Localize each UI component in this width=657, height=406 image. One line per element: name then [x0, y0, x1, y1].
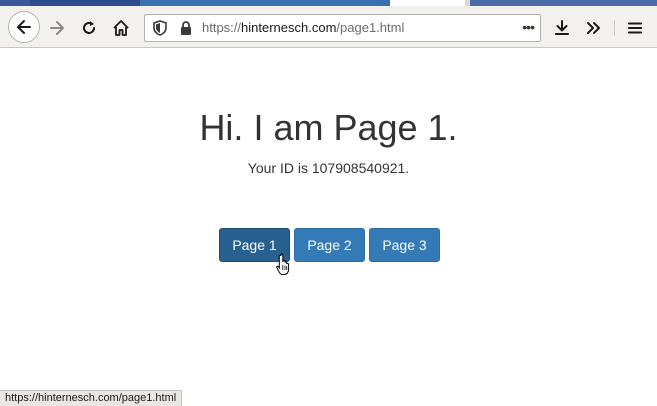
- home-button[interactable]: [107, 14, 135, 42]
- page-3-button[interactable]: Page 3: [369, 228, 440, 262]
- page-2-button[interactable]: Page 2: [294, 228, 365, 262]
- forward-arrow-icon: [50, 21, 64, 35]
- url-scheme: https://: [202, 20, 242, 35]
- reload-button[interactable]: [75, 14, 103, 42]
- address-bar[interactable]: https://hinternesch.com/page1.html •••: [144, 14, 541, 42]
- back-button[interactable]: [8, 11, 40, 43]
- home-icon: [113, 20, 129, 36]
- toolbar-separator: [614, 20, 615, 36]
- back-arrow-icon: [17, 20, 31, 34]
- overflow-menu-button[interactable]: [580, 14, 608, 42]
- downloads-button[interactable]: [548, 14, 576, 42]
- shield-icon[interactable]: [151, 19, 169, 37]
- link-status-bar: https://hinternesch.com/page1.html: [0, 390, 183, 406]
- lock-icon[interactable]: [177, 19, 195, 37]
- page-heading: Hi. I am Page 1.: [199, 107, 458, 148]
- url-host: hinternesch.com: [241, 20, 337, 35]
- reload-icon: [83, 21, 95, 34]
- hand-pointer-icon: [276, 253, 290, 275]
- forward-button[interactable]: [43, 14, 71, 42]
- url-path: /page1.html: [336, 20, 405, 35]
- hamburger-menu-icon: [628, 22, 642, 34]
- url-text[interactable]: https://hinternesch.com/page1.html: [202, 15, 404, 41]
- navigation-toolbar: https://hinternesch.com/page1.html •••: [0, 6, 657, 48]
- user-id-text: Your ID is 107908540921.: [247, 160, 410, 176]
- download-icon: [555, 20, 569, 35]
- double-chevron-icon: [587, 22, 600, 34]
- main-menu-button[interactable]: [621, 14, 649, 42]
- page-viewport: Hi. I am Page 1. Your ID is 107908540921…: [0, 48, 657, 390]
- page-actions-button[interactable]: •••: [522, 15, 535, 41]
